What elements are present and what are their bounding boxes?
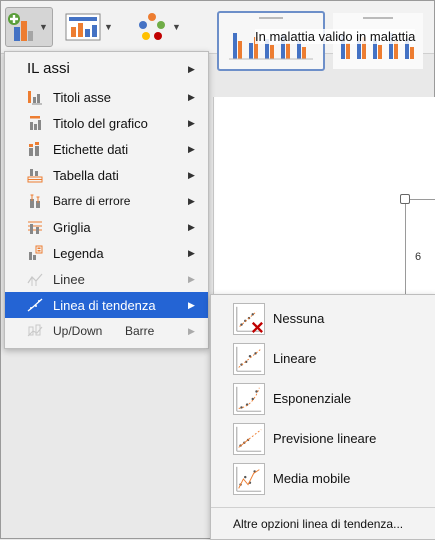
data-table-icon [27,169,43,183]
submenu-item-label: Lineare [273,351,317,366]
submenu-arrow-icon: ▶ [188,169,195,180]
chevron-down-icon: ▼ [172,22,181,32]
more-trendline-options[interactable]: Altre opzioni linea di tendenza... [233,517,403,531]
menu-item-label: Legenda [53,245,104,261]
quick-layout-icon [65,13,101,41]
window: ▼ ▼ ▼ In malattia valido in malattia 6 I… [0,0,435,540]
submenu-arrow-icon: ▶ [188,273,195,284]
resize-handle[interactable] [400,194,410,204]
trendline-linear-icon [233,343,265,375]
trendline-submenu: Nessuna Lineare Esponenziale Previsione … [210,294,435,540]
chart-frame[interactable] [405,199,435,295]
submenu-arrow-icon: ▶ [188,91,195,102]
submenu-item-label: Media mobile [273,471,351,486]
gridlines-icon [28,221,42,234]
menu-item-error-bars[interactable]: Barre di errore ▶ [5,188,208,214]
submenu-arrow-icon: ▶ [188,299,195,310]
submenu-item-label: Previsione lineare [273,431,377,446]
submenu-arrow-icon: ▶ [188,325,195,336]
menu-item-chart-title[interactable]: Titolo del grafico ▶ [5,110,208,136]
menu-item-label: Titoli asse [53,89,112,105]
add-chart-element-icon [8,13,33,41]
chart-element-menu: IL assi ▶ Titoli asse ▶ Titolo del grafi… [4,51,209,349]
trendline-linear-forecast-icon [233,423,265,455]
menu-item-axis-titles[interactable]: Titoli asse ▶ [5,84,208,110]
chart-title-icon [30,116,41,130]
submenu-item-label: Nessuna [273,311,325,326]
submenu-arrow-icon: ▶ [188,221,195,232]
axis-titles-icon [28,91,42,105]
trendline-icon [27,298,43,312]
error-bars-icon [30,194,40,208]
menu-item-gridlines[interactable]: Griglia ▶ [5,214,208,240]
menu-item-legend[interactable]: Legenda ▶ [5,240,208,266]
submenu-arrow-icon: ▶ [188,117,195,128]
menu-header: IL assi [27,60,70,77]
add-chart-element-button[interactable]: ▼ [5,7,53,47]
menu-item-data-table[interactable]: Tabella dati ▶ [5,162,208,188]
menu-separator [211,507,435,508]
legend-icon [29,245,43,260]
submenu-item-none[interactable]: Nessuna [211,299,435,339]
menu-item-label-secondary: Barre [125,324,155,338]
axis-tick-label: 6 [415,251,422,263]
menu-item-label: Etichette dati [53,141,129,157]
menu-item-label: Tabella dati [53,167,119,183]
menu-item-label: Linee [53,271,85,287]
trendline-moving-average-icon [233,463,265,495]
menu-item-label: Griglia [53,219,91,235]
lines-icon [27,273,43,286]
menu-item-trendline[interactable]: Linea di tendenza ▶ [5,292,208,318]
submenu-item-linear-forecast[interactable]: Previsione lineare [211,419,435,459]
data-labels-icon [29,142,39,156]
menu-item-up-down-bars[interactable]: Up/Down Barre ▶ [5,318,208,344]
submenu-arrow-icon: ▶ [188,247,195,258]
menu-item-label: Barre di errore [53,194,131,208]
change-colors-button[interactable]: ▼ [135,7,187,47]
menu-item-label: Titolo del grafico [53,115,148,131]
change-colors-icon [139,13,165,40]
up-down-bars-icon [27,324,43,337]
submenu-arrow-icon: ▶ [188,64,195,74]
submenu-item-linear[interactable]: Lineare [211,339,435,379]
menu-item-data-labels[interactable]: Etichette dati ▶ [5,136,208,162]
chevron-down-icon: ▼ [39,22,48,32]
trendline-exponential-icon [233,383,265,415]
submenu-arrow-icon: ▶ [188,195,195,206]
quick-layout-button[interactable]: ▼ [65,7,119,47]
chevron-down-icon: ▼ [104,22,113,32]
menu-item-label: Up/Down [53,324,103,338]
submenu-item-label: Esponenziale [273,391,352,406]
submenu-item-exponential[interactable]: Esponenziale [211,379,435,419]
submenu-item-moving-average[interactable]: Media mobile [211,459,435,499]
menu-item-label: Linea di tendenza [53,297,156,313]
trendline-none-icon [233,303,265,335]
submenu-arrow-icon: ▶ [188,143,195,154]
tooltip: In malattia valido in malattia [255,29,416,44]
menu-item-lines[interactable]: Linee ▶ [5,266,208,292]
